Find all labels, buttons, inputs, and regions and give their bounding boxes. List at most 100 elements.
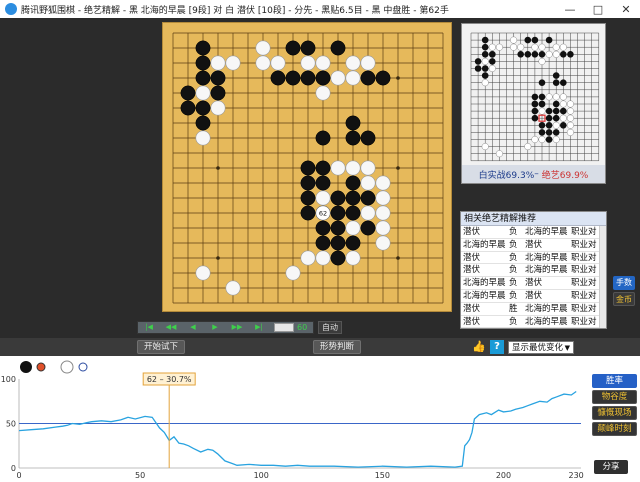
recommend-panel: 相关绝艺精解推荐 潜伏负北海的早晨 职业对 北海的早晨负潜伏 职业对 潜伏负北海的早晨职… — [460, 211, 607, 329]
white-stone — [315, 55, 331, 71]
mini-black-stone — [545, 136, 553, 143]
white-stone — [270, 55, 286, 71]
back-one-button[interactable]: ◀ — [182, 322, 204, 333]
white-stone — [195, 85, 211, 101]
mini-black-stone — [474, 65, 482, 72]
mini-board[interactable] — [462, 24, 607, 167]
try-button[interactable]: 开始试下 — [137, 340, 185, 354]
black-stone — [195, 115, 211, 131]
last-move-button[interactable]: ▶| — [248, 322, 270, 333]
help-icon[interactable]: ? — [490, 340, 504, 354]
bottom-toolbar: 开始试下 形势判断 👍 ? 显示最优变化 ▼ — [0, 338, 640, 356]
black-stone — [345, 235, 361, 251]
mini-black-stone — [560, 51, 567, 58]
white-stone — [345, 160, 361, 176]
white-stone — [345, 55, 361, 71]
mini-black-stone — [552, 129, 560, 136]
star-point — [396, 76, 400, 80]
black-stone — [345, 190, 361, 206]
forward-one-button[interactable]: ▶ — [204, 322, 226, 333]
recommend-cell: 北海的早晨 — [463, 278, 506, 289]
black-stone — [375, 70, 391, 86]
mini-white-stone — [566, 114, 574, 122]
move-navigation: |◀ ◀◀ ◀ ▶ ▶▶ ▶| 60 — [137, 321, 314, 334]
forward-ten-button[interactable]: ▶▶ — [226, 322, 248, 333]
x-tick-label: 200 — [496, 471, 511, 480]
share-button[interactable]: 分享 — [594, 460, 628, 474]
x-tick-label: 230 — [569, 471, 584, 480]
mini-white-stone — [481, 79, 489, 87]
main-panel: 62 白实战69.3% – 绝艺69.9% 相关绝艺精解推荐 潜伏负北海的早晨职… — [0, 18, 640, 355]
recommend-cell: 职业对 — [571, 227, 597, 237]
mini-white-stone — [538, 135, 546, 144]
go-board[interactable]: 62 — [162, 22, 452, 312]
x-tick-label: 150 — [375, 471, 390, 480]
black-stone — [345, 115, 361, 131]
auto-play-button[interactable]: 自动 — [318, 321, 342, 334]
mini-black-stone — [567, 51, 574, 58]
winrate-graph-panel: 100 50 0 0 50 100 150 200 230 62 – 30.7% 胜率 物谷度 慷… — [0, 356, 640, 482]
recommend-row[interactable]: 潜伏 负北海的早晨 职业对 — [461, 226, 606, 239]
mini-board-panel: 白实战69.3% – 绝艺69.9% — [461, 23, 606, 184]
mini-white-stone — [517, 43, 525, 51]
recommend-row[interactable]: 潜伏 负北海的早晨 职业对 — [461, 264, 606, 278]
y-tick-label: 0 — [11, 464, 16, 473]
recommend-cell: 负 — [509, 239, 518, 250]
recommend-cell: 职业对 — [571, 303, 597, 314]
recommend-row[interactable]: 潜伏 负北海的早晨 职业对 — [461, 252, 606, 265]
mini-black-stone — [531, 107, 539, 115]
recommend-cell: 潜伏 — [463, 265, 481, 276]
minimize-button[interactable]: — — [556, 0, 584, 18]
thumbs-up-icon[interactable]: 👍 — [472, 340, 486, 354]
mini-white-stone — [559, 114, 567, 122]
first-move-button[interactable]: |◀ — [138, 322, 160, 333]
judge-button[interactable]: 形势判断 — [313, 340, 361, 354]
recommend-row[interactable]: 北海的早晨负潜伏 职业对 — [461, 239, 606, 252]
mini-white-stone — [559, 100, 567, 108]
maximize-button[interactable]: □ — [584, 0, 612, 18]
recommend-row[interactable]: 潜伏 负北海的早晨 职业对 — [461, 316, 606, 329]
black-stone — [315, 175, 331, 191]
recommend-row[interactable]: 北海的早晨负潜伏 职业对 — [461, 290, 606, 303]
black-stone — [330, 190, 346, 206]
black-stone — [195, 55, 211, 71]
white-stone — [360, 175, 376, 191]
close-button[interactable]: ✕ — [612, 0, 640, 18]
variation-select[interactable]: 显示最优变化 ▼ — [508, 341, 574, 354]
black-stone — [300, 160, 316, 176]
winrate-chart[interactable]: 100 50 00 50 100 150 200 230 62 – 30.7% — [0, 356, 590, 482]
ai-winrate: 绝艺69.9% — [541, 170, 589, 181]
highlight-tab[interactable]: 慷慨现场 — [592, 406, 637, 420]
white-stone — [360, 55, 376, 71]
mini-white-stone — [566, 107, 574, 115]
mini-black-stone — [552, 72, 560, 79]
key-moment-tab[interactable]: 颠峰时刻 — [592, 422, 637, 436]
x-tick-label: 0 — [16, 471, 21, 480]
winrate-tab[interactable]: 胜率 — [592, 374, 637, 388]
black-stone — [300, 175, 316, 191]
black-stone — [195, 40, 211, 56]
mini-black-stone — [474, 58, 482, 65]
target-tab[interactable]: 物谷度 — [592, 390, 637, 404]
white-stone — [255, 55, 271, 71]
last-move-number: 62 — [319, 210, 327, 218]
recommend-scrollbar[interactable] — [599, 226, 606, 328]
recommend-cell: 北海的早晨 — [525, 303, 568, 314]
mini-white-stone — [531, 135, 539, 144]
recommend-cell: 职业对 — [571, 290, 597, 301]
mini-black-stone — [517, 51, 524, 58]
white-stone — [345, 220, 361, 236]
back-ten-button[interactable]: ◀◀ — [160, 322, 182, 333]
go-board-canvas[interactable]: 62 — [163, 23, 453, 313]
recommend-cell: 负 — [509, 290, 518, 301]
mini-white-stone — [552, 121, 560, 129]
recommend-row[interactable]: 北海的早晨负潜伏 职业对 — [461, 277, 606, 290]
white-stone — [345, 70, 361, 86]
hands-button[interactable]: 手数 — [613, 276, 635, 290]
y-tick-label: 50 — [6, 420, 16, 429]
mini-white-stone — [545, 50, 553, 58]
move-slider[interactable] — [274, 323, 294, 332]
white-stone — [315, 85, 331, 101]
recommend-row[interactable]: 潜伏 胜北海的早晨 职业对 — [461, 303, 606, 316]
gold-button[interactable]: 金币 — [613, 292, 635, 306]
